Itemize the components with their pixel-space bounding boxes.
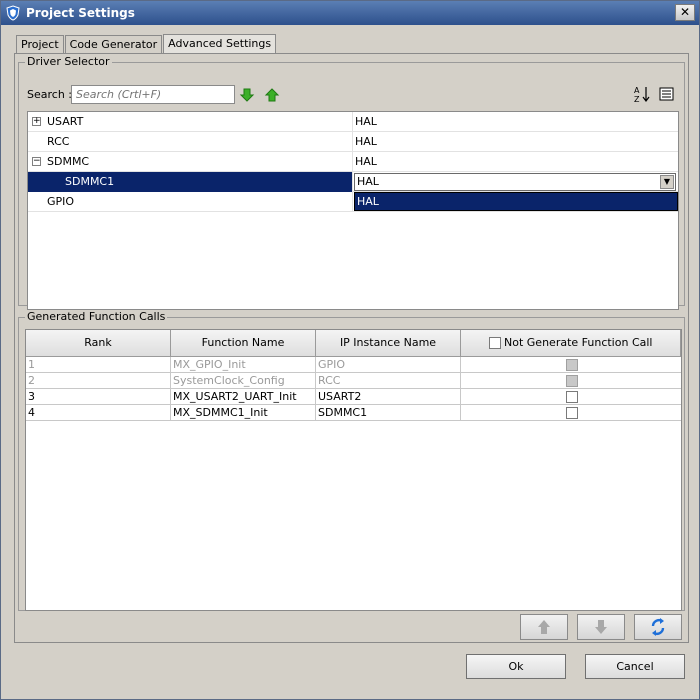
arrow-up-green-icon[interactable] bbox=[264, 87, 280, 103]
cancel-button[interactable]: Cancel bbox=[585, 654, 685, 679]
expand-plus-icon[interactable]: + bbox=[32, 117, 41, 126]
function-cell: SystemClock_Config bbox=[171, 373, 316, 389]
project-settings-window: Project Settings ✕ Project Code Generato… bbox=[0, 0, 700, 700]
driver-name-cell: GPIO bbox=[28, 192, 353, 212]
driver-value[interactable]: HAL bbox=[353, 112, 678, 132]
table-row[interactable]: 2 SystemClock_Config RCC bbox=[26, 373, 681, 389]
window-title: Project Settings bbox=[26, 6, 135, 20]
ip-cell: RCC bbox=[316, 373, 461, 389]
not-generate-checkbox bbox=[566, 375, 578, 387]
header-ip-instance[interactable]: IP Instance Name bbox=[316, 330, 461, 357]
not-generate-cell bbox=[461, 389, 681, 405]
table-row[interactable]: 3 MX_USART2_UART_Init USART2 bbox=[26, 389, 681, 405]
header-function-name[interactable]: Function Name bbox=[171, 330, 316, 357]
function-calls-table: Rank Function Name IP Instance Name Not … bbox=[25, 329, 682, 611]
generated-calls-group: Generated Function Calls Rank Function N… bbox=[18, 310, 685, 611]
driver-name-cell: + USART bbox=[28, 112, 353, 132]
driver-name-cell: RCC bbox=[28, 132, 353, 152]
tab-bar: Project Code Generator Advanced Settings bbox=[16, 34, 277, 55]
function-cell: MX_SDMMC1_Init bbox=[171, 405, 316, 421]
combo-selected-value: HAL bbox=[357, 175, 379, 188]
ip-cell: SDMMC1 bbox=[316, 405, 461, 421]
table-row[interactable]: 1 MX_GPIO_Init GPIO bbox=[26, 357, 681, 373]
search-label: Search : bbox=[27, 88, 72, 101]
driver-selector-group: Driver Selector Search : A Z bbox=[18, 55, 685, 310]
not-generate-checkbox bbox=[566, 359, 578, 371]
driver-row-usart[interactable]: + USART HAL bbox=[28, 112, 678, 132]
driver-name-cell: − SDMMC bbox=[28, 152, 353, 172]
chevron-down-icon[interactable]: ▼ bbox=[660, 175, 674, 189]
header-rank[interactable]: Rank bbox=[26, 330, 171, 357]
arrow-up-icon bbox=[538, 620, 550, 634]
close-button[interactable]: ✕ bbox=[675, 4, 695, 21]
advanced-settings-panel: Driver Selector Search : A Z bbox=[14, 53, 689, 643]
rank-cell: 4 bbox=[26, 405, 171, 421]
driver-name: SDMMC bbox=[47, 155, 90, 168]
rank-cell: 2 bbox=[26, 373, 171, 389]
tab-advanced-settings[interactable]: Advanced Settings bbox=[163, 34, 277, 55]
move-down-button[interactable] bbox=[577, 614, 625, 640]
driver-name: RCC bbox=[47, 135, 70, 148]
sort-az-icon[interactable]: A Z bbox=[633, 85, 651, 103]
driver-name: USART bbox=[47, 115, 84, 128]
title-bar[interactable]: Project Settings ✕ bbox=[1, 1, 699, 25]
list-view-icon[interactable] bbox=[658, 85, 676, 103]
generated-calls-title: Generated Function Calls bbox=[25, 310, 168, 324]
not-generate-all-checkbox[interactable] bbox=[488, 337, 501, 349]
not-generate-cell bbox=[461, 357, 681, 373]
driver-name-cell: SDMMC1 bbox=[28, 172, 353, 192]
collapse-minus-icon[interactable]: − bbox=[32, 157, 41, 166]
driver-selector-title: Driver Selector bbox=[25, 55, 112, 69]
driver-row-rcc[interactable]: RCC HAL bbox=[28, 132, 678, 152]
search-input[interactable] bbox=[71, 85, 235, 104]
rank-cell: 3 bbox=[26, 389, 171, 405]
ip-cell: GPIO bbox=[316, 357, 461, 373]
not-generate-checkbox[interactable] bbox=[566, 391, 578, 403]
combo-option-hal[interactable]: HAL bbox=[354, 192, 678, 211]
function-cell: MX_USART2_UART_Init bbox=[171, 389, 316, 405]
arrow-down-green-icon[interactable] bbox=[239, 87, 255, 103]
driver-row-sdmmc1[interactable]: SDMMC1 HAL ▼ bbox=[28, 172, 678, 192]
driver-value[interactable]: HAL bbox=[353, 152, 678, 172]
refresh-button[interactable] bbox=[634, 614, 682, 640]
refresh-icon bbox=[651, 618, 665, 636]
table-row[interactable]: 4 MX_SDMMC1_Init SDMMC1 bbox=[26, 405, 681, 421]
app-shield-icon bbox=[6, 5, 20, 21]
driver-name: SDMMC1 bbox=[65, 175, 115, 188]
ok-button[interactable]: Ok bbox=[466, 654, 566, 679]
tab-code-generator[interactable]: Code Generator bbox=[64, 35, 163, 54]
arrow-down-icon bbox=[595, 620, 607, 634]
svg-text:Z: Z bbox=[634, 95, 640, 103]
driver-name: GPIO bbox=[47, 195, 75, 208]
function-cell: MX_GPIO_Init bbox=[171, 357, 316, 373]
header-not-generate-label: Not Generate Function Call bbox=[504, 336, 653, 349]
driver-value[interactable]: HAL bbox=[353, 132, 678, 152]
header-not-generate[interactable]: Not Generate Function Call bbox=[461, 330, 681, 357]
not-generate-cell bbox=[461, 405, 681, 421]
close-icon: ✕ bbox=[679, 5, 691, 19]
move-up-button[interactable] bbox=[520, 614, 568, 640]
svg-text:A: A bbox=[634, 86, 640, 95]
driver-value-cell: HAL ▼ bbox=[353, 172, 678, 192]
driver-row-sdmmc[interactable]: − SDMMC HAL bbox=[28, 152, 678, 172]
tab-project[interactable]: Project bbox=[16, 35, 64, 54]
ip-cell: USART2 bbox=[316, 389, 461, 405]
rank-cell: 1 bbox=[26, 357, 171, 373]
driver-table: + USART HAL RCC HAL − SDMMC HAL SDMMC1 H… bbox=[27, 111, 679, 310]
not-generate-checkbox[interactable] bbox=[566, 407, 578, 419]
not-generate-cell bbox=[461, 373, 681, 389]
driver-type-combo[interactable]: HAL ▼ bbox=[354, 173, 676, 191]
